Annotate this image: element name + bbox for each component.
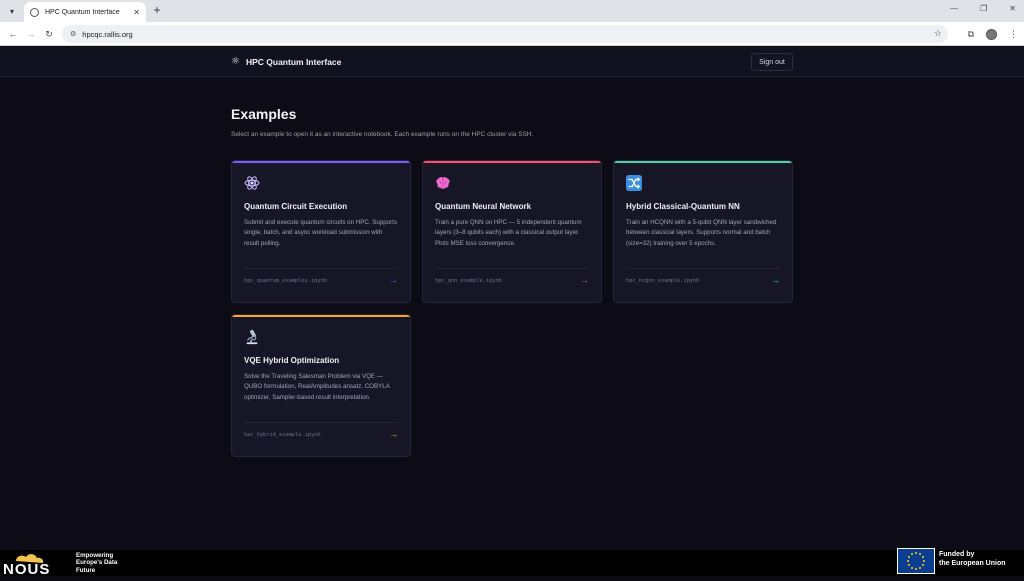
page-subtitle: Select an example to open it as an inter… <box>231 131 534 138</box>
atom-icon <box>244 175 260 191</box>
tab-search-button[interactable]: ▾ <box>5 4 19 18</box>
brain-icon <box>435 175 451 191</box>
extensions-icon[interactable]: ⧉ <box>968 27 974 41</box>
eu-funding-text: Funded by the European Union <box>939 550 1006 568</box>
browser-tab[interactable]: HPC Quantum Interface ✕ <box>24 2 146 22</box>
card-description: Train a pure QNN on HPC — 5 independent … <box>435 219 582 247</box>
app-header: ⚛ HPC Quantum Interface Sign out <box>0 47 1024 77</box>
address-bar[interactable]: ⚙ hpcqc.rallis.org ☆ <box>62 25 948 43</box>
card-title: VQE Hybrid Optimization <box>244 356 340 365</box>
minimize-icon[interactable]: — <box>950 4 958 13</box>
arrow-right-icon[interactable]: → <box>771 275 780 285</box>
tab-favicon-icon <box>30 7 39 17</box>
card-title: Quantum Circuit Execution <box>244 202 348 211</box>
restore-icon[interactable]: ❐ <box>980 4 987 13</box>
nous-logo: NOUS <box>2 551 68 578</box>
example-card-quantum-circuit[interactable]: Quantum Circuit Execution Submit and exe… <box>231 160 411 303</box>
page-content: ⚛ HPC Quantum Interface Sign out Example… <box>0 47 1024 550</box>
window-controls: — ❐ ✕ <box>950 4 1016 13</box>
sign-out-button[interactable]: Sign out <box>751 53 793 71</box>
svg-text:NOUS: NOUS <box>3 561 50 576</box>
card-divider <box>244 268 398 269</box>
funding-footer: NOUS Empowering Europe's Data Future <box>0 550 1024 578</box>
browser-menu-icon[interactable]: ⋮ <box>1009 27 1018 41</box>
microscope-icon <box>244 329 260 345</box>
card-filename: hpc_qnn_example.ipynb <box>435 278 502 284</box>
toolbar-right: ⧉ ⋮ <box>968 27 1018 41</box>
card-accent-bar <box>232 161 410 163</box>
card-filename: hpc_hcqnn_example.ipynb <box>626 278 700 284</box>
atom-logo-icon: ⚛ <box>231 56 240 67</box>
site-info-icon[interactable]: ⚙ <box>70 30 76 38</box>
new-tab-button[interactable]: + <box>150 3 164 18</box>
card-accent-bar <box>423 161 601 163</box>
arrow-right-icon[interactable]: → <box>389 275 398 285</box>
card-title: Hybrid Classical-Quantum NN <box>626 202 740 211</box>
eu-line: the European Union <box>939 560 1006 567</box>
tab-close-icon[interactable]: ✕ <box>133 8 140 17</box>
example-card-qnn[interactable]: Quantum Neural Network Train a pure QNN … <box>422 160 602 303</box>
brand[interactable]: ⚛ HPC Quantum Interface <box>231 56 342 68</box>
card-accent-bar <box>614 161 792 163</box>
tagline-line: Empowering <box>76 552 114 559</box>
arrow-right-icon[interactable]: → <box>389 429 398 439</box>
forward-icon[interactable]: → <box>24 27 38 41</box>
card-title: Quantum Neural Network <box>435 202 532 211</box>
reload-icon[interactable]: ↻ <box>42 27 56 41</box>
card-description: Submit and execute quantum circuits on H… <box>244 219 398 247</box>
card-description: Solve the Traveling Salesman Problem via… <box>244 373 390 401</box>
card-divider <box>244 422 398 423</box>
eu-flag-icon <box>897 548 935 574</box>
card-filename: hpc_hybrid_example.ipynb <box>244 432 321 438</box>
tagline-line: Europe's Data <box>76 559 118 567</box>
card-description: Train an HCQNN with a 5-qubit QNN layer … <box>626 219 777 247</box>
url-text: hpcqc.rallis.org <box>82 29 133 39</box>
back-icon[interactable]: ← <box>6 27 20 41</box>
footer-tagline: Empowering Europe's Data Future <box>76 552 117 574</box>
card-divider <box>626 268 780 269</box>
card-divider <box>435 268 589 269</box>
profile-avatar[interactable] <box>986 28 997 40</box>
browser-tab-bar: ▾ HPC Quantum Interface ✕ + — ❐ ✕ <box>0 0 1024 22</box>
app-name: HPC Quantum Interface <box>245 57 342 67</box>
tagline-line: Future <box>76 566 96 574</box>
example-card-vqe[interactable]: VQE Hybrid Optimization Solve the Travel… <box>231 314 411 457</box>
bookmark-star-icon[interactable]: ☆ <box>934 28 942 39</box>
card-filename: hpc_quantum_examples.ipynb <box>244 278 327 284</box>
page-title: Examples <box>231 106 297 122</box>
tab-title: HPC Quantum Interface <box>45 8 120 16</box>
eu-line: Funded by <box>939 551 975 558</box>
close-window-icon[interactable]: ✕ <box>1009 4 1016 13</box>
example-card-hcqnn[interactable]: Hybrid Classical-Quantum NN Train an HCQ… <box>613 160 793 303</box>
arrow-right-icon[interactable]: → <box>580 275 589 285</box>
card-accent-bar <box>232 315 410 317</box>
shuffle-icon <box>626 175 642 191</box>
browser-nav-bar: ← → ↻ ⚙ hpcqc.rallis.org ☆ ⧉ ⋮ <box>0 22 1024 46</box>
